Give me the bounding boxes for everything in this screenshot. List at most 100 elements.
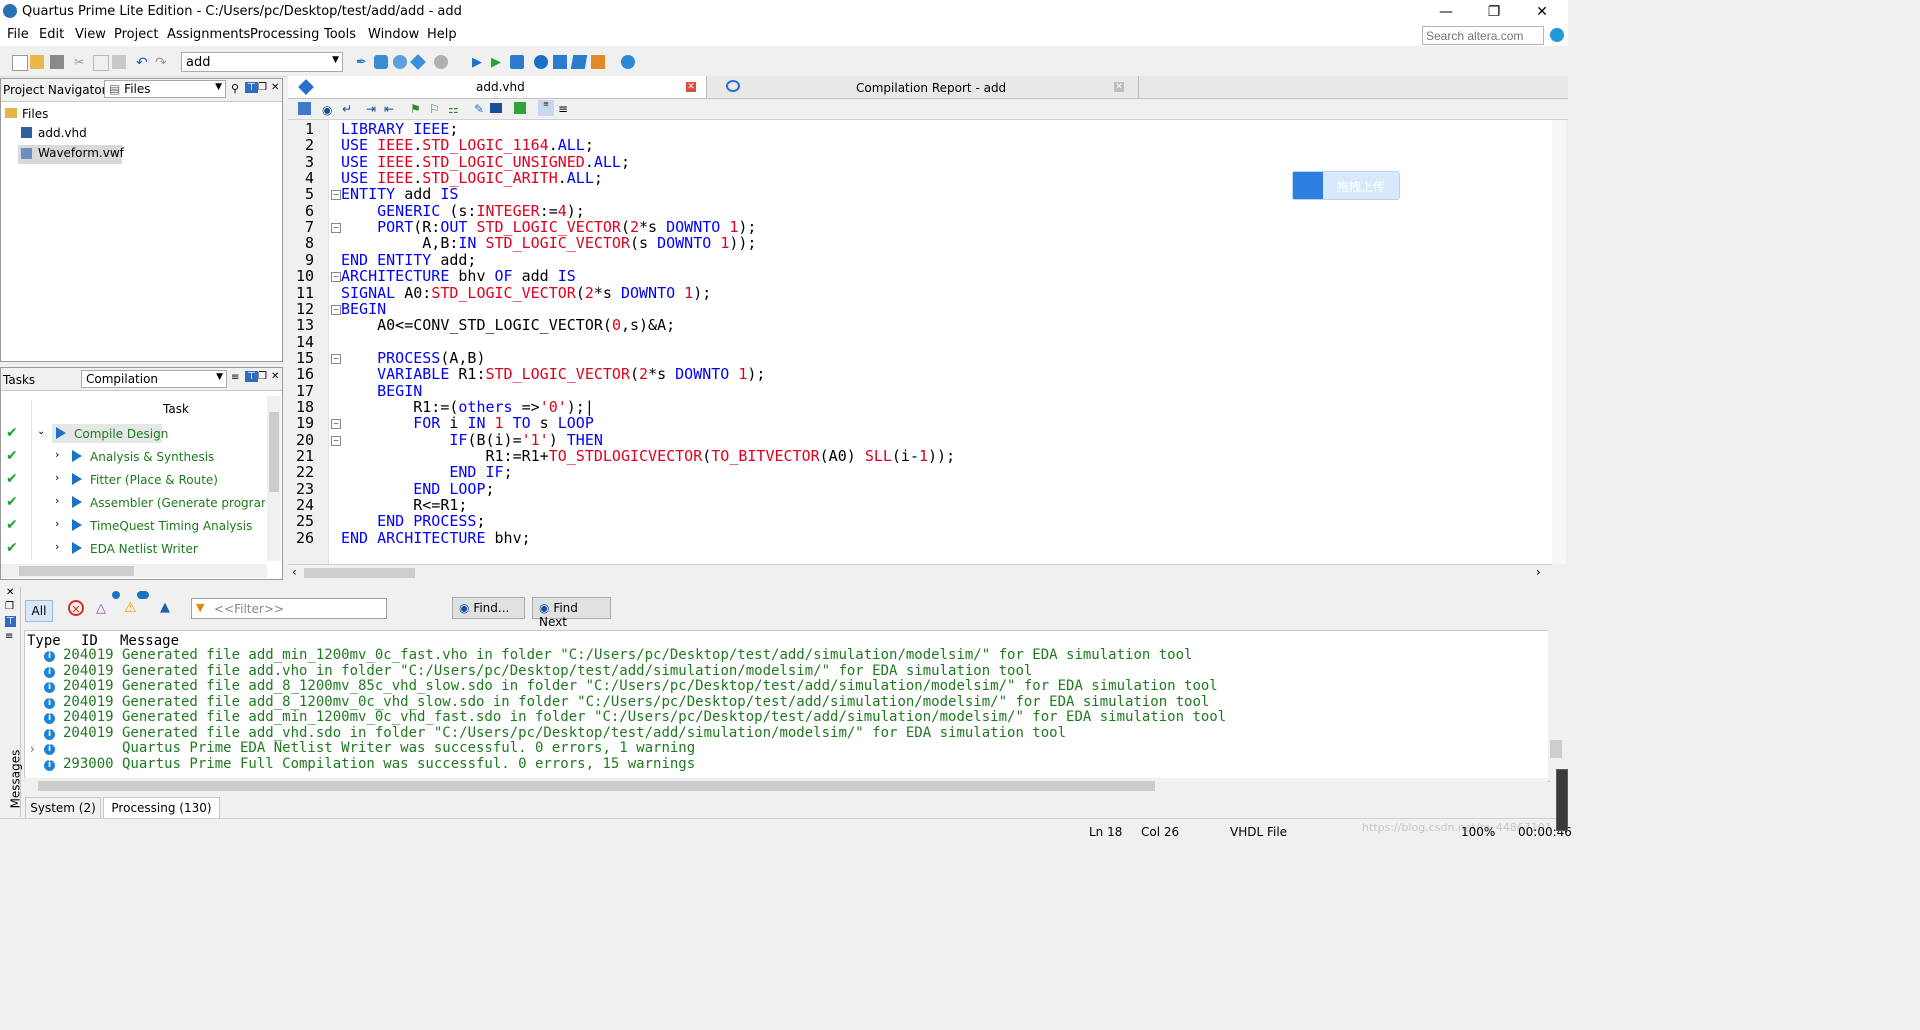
fold-toggle-icon[interactable]: − (331, 304, 341, 315)
uncomment-icon[interactable] (490, 103, 502, 113)
platform-designer-icon[interactable] (591, 55, 605, 69)
minimize-button[interactable]: — (1430, 2, 1462, 22)
code-line[interactable]: END IF; (341, 464, 512, 481)
undo-icon[interactable]: ↶ (136, 55, 150, 71)
next-bookmark-icon[interactable]: ⚐ (429, 102, 440, 116)
task-analysis-synthesis[interactable]: Analysis & Synthesis (90, 450, 214, 464)
messages-vertical-scrollbar[interactable] (1548, 630, 1564, 780)
menu-help[interactable]: Help (427, 27, 457, 42)
message-filter-input[interactable]: ▼ <<Filter>> (191, 598, 387, 619)
editor-settings-icon[interactable] (298, 102, 311, 115)
bookmark-icon[interactable]: ⚑ (410, 102, 421, 116)
insert-template-icon[interactable] (514, 102, 526, 114)
hierarchy-icon[interactable] (553, 55, 567, 69)
editor-horizontal-scrollbar[interactable]: ‹ › (288, 564, 1552, 581)
indent-icon[interactable]: ⇥ (366, 102, 376, 116)
code-line[interactable]: USE IEEE.STD_LOGIC_ARITH.ALL; (341, 170, 603, 187)
float-window-icon[interactable]: ❐ (258, 82, 267, 93)
tab-processing[interactable]: Processing (130) (103, 797, 220, 819)
save-icon[interactable] (50, 55, 64, 69)
chevron-right-icon[interactable]: › (55, 494, 59, 507)
code-line[interactable]: END ARCHITECTURE bhv; (341, 529, 531, 546)
code-line[interactable]: A,B:IN STD_LOGIC_VECTOR(s DOWNTO 1)); (341, 235, 756, 252)
file-add-vhd[interactable]: add.vhd (38, 126, 87, 140)
chevron-right-icon[interactable]: › (55, 448, 59, 461)
paste-icon[interactable] (112, 55, 126, 69)
tab-add-vhd[interactable]: add.vhd ✕ (288, 76, 707, 98)
netlist-viewer-icon[interactable] (534, 55, 548, 69)
float-window-icon[interactable]: ❐ (258, 371, 267, 382)
fold-toggle-icon[interactable]: − (331, 419, 341, 430)
tab-system[interactable]: System (2) (25, 797, 101, 819)
scroll-thumb[interactable] (1550, 740, 1562, 758)
find-next-button[interactable]: ◉ Find Next (532, 597, 611, 629)
message-row[interactable]: 204019 Generated file add_8_1200mv_0c_vh… (63, 694, 1209, 711)
open-folder-icon[interactable] (30, 55, 44, 69)
stop-icon[interactable] (434, 55, 448, 69)
warning-filter-icon[interactable]: ⚠ (124, 600, 137, 616)
word-wrap-icon[interactable]: ≡ (558, 102, 568, 116)
code-line[interactable]: END PROCESS; (341, 513, 485, 530)
settings-icon[interactable] (374, 55, 388, 69)
menu-assignments[interactable]: Assignments (167, 27, 250, 42)
upload-badge[interactable]: 拖拽上传 (1292, 171, 1400, 200)
code-line[interactable]: IF(B(i)='1') THEN (341, 431, 603, 448)
fitter-icon[interactable]: ▶ (491, 55, 505, 70)
filter-all-button[interactable]: All (25, 600, 53, 622)
assignment-editor-icon[interactable] (393, 55, 407, 69)
code-line[interactable]: PROCESS(A,B) (341, 350, 485, 367)
cut-icon[interactable]: ✂ (74, 55, 88, 69)
play-icon[interactable] (72, 473, 82, 485)
new-file-icon[interactable] (12, 55, 28, 71)
scroll-thumb[interactable] (19, 566, 134, 576)
code-line[interactable]: GENERIC (s:INTEGER:=4); (341, 202, 585, 219)
entity-selector[interactable]: add ▼ (181, 52, 343, 72)
close-panel-icon[interactable]: ✕ (271, 371, 279, 382)
code-line[interactable]: USE IEEE.STD_LOGIC_1164.ALL; (341, 137, 594, 154)
search-input[interactable] (1422, 26, 1544, 45)
comment-icon[interactable]: ✎ (474, 102, 484, 116)
code-editor[interactable]: 1 2 3 4 5 6 7 8 9 10 11 12 13 14 15 16 17 18 19 20 21 22 23 24 2… (288, 120, 1566, 564)
chevron-right-icon[interactable]: › (55, 540, 59, 553)
menu-window[interactable]: Window (368, 27, 419, 42)
code-line[interactable]: PORT(R:OUT STD_LOGIC_VECTOR(2*s DOWNTO 1… (341, 219, 756, 236)
suppressed-filter-icon[interactable]: ▲ (160, 600, 176, 616)
fold-toggle-icon[interactable]: − (331, 435, 341, 446)
play-icon[interactable] (72, 450, 82, 462)
task-assembler[interactable]: Assembler (Generate programn (90, 496, 265, 510)
message-row[interactable]: 204019 Generated file add_min_1200mv_0c_… (63, 647, 1192, 664)
files-root[interactable]: Files (22, 107, 48, 121)
code-line[interactable]: SIGNAL A0:STD_LOGIC_VECTOR(2*s DOWNTO 1)… (341, 284, 711, 301)
chevron-right-icon[interactable]: › (55, 471, 59, 484)
goto-line-icon[interactable]: ↵ (342, 102, 352, 116)
file-waveform-vwf[interactable]: Waveform.vwf (38, 146, 124, 160)
message-row[interactable]: Quartus Prime EDA Netlist Writer was suc… (63, 740, 695, 757)
float-window-icon[interactable]: ❐ (5, 601, 14, 612)
message-row[interactable]: 293000 Quartus Prime Full Compilation wa… (63, 756, 695, 773)
pin-icon[interactable]: ⊤ (5, 616, 16, 627)
code-line[interactable]: LIBRARY IEEE; (341, 121, 458, 138)
message-row[interactable]: 204019 Generated file add_vhd.sdo in fol… (63, 725, 1066, 742)
flow-select[interactable]: Compilation ▼ (81, 370, 227, 388)
message-row[interactable]: 204019 Generated file add_min_1200mv_0c_… (63, 709, 1226, 726)
code-line[interactable]: BEGIN (341, 382, 422, 399)
chat-help-icon[interactable] (621, 55, 635, 69)
navigator-view-select[interactable]: ▤ Files ▼ (104, 80, 226, 98)
search-icon[interactable]: ⚲ (231, 82, 239, 95)
tab-compilation-report[interactable]: Compilation Report - add ✕ (708, 76, 1139, 98)
timing-analyzer-icon[interactable] (510, 55, 524, 69)
menu-edit[interactable]: Edit (39, 27, 64, 42)
scroll-thumb[interactable] (269, 412, 279, 492)
code-line[interactable]: R1:=(others =>'0');| (341, 399, 594, 416)
task-compile-design[interactable]: Compile Design (74, 427, 168, 441)
code-line[interactable]: VARIABLE R1:STD_LOGIC_VECTOR(2*s DOWNTO … (341, 366, 765, 383)
scroll-left-icon[interactable]: ‹ (292, 565, 297, 579)
play-icon[interactable] (72, 496, 82, 508)
close-panel-icon[interactable]: ✕ (271, 82, 279, 93)
code-line[interactable]: R1:=R1+TO_STDLOGICVECTOR(TO_BITVECTOR(A0… (341, 448, 955, 465)
menu-file[interactable]: File (7, 27, 29, 42)
menu-lines-icon[interactable]: ≡ (231, 372, 239, 383)
message-row[interactable]: 204019 Generated file add_8_1200mv_85c_v… (63, 678, 1218, 695)
code-line[interactable]: R<=R1; (341, 497, 467, 514)
messages-horizontal-scrollbar[interactable] (24, 778, 1548, 793)
